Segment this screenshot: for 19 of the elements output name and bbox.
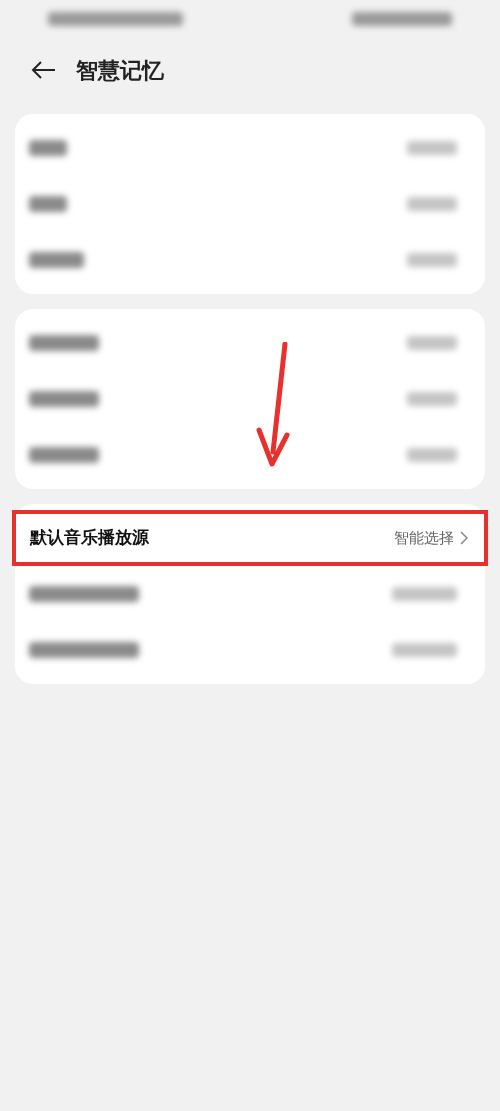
blurred-value xyxy=(407,448,457,462)
blurred-label xyxy=(29,252,84,268)
blurred-value xyxy=(407,197,457,211)
blurred-value xyxy=(392,643,457,657)
blurred-label xyxy=(29,335,99,351)
page-title: 智慧记忆 xyxy=(76,56,164,85)
blurred-label xyxy=(29,447,99,463)
chevron-icon xyxy=(460,531,468,545)
blurred-value xyxy=(407,392,457,406)
row-value: 智能选择 xyxy=(394,527,454,549)
blurred-label xyxy=(29,196,67,212)
blurred-value xyxy=(407,253,457,267)
settings-row[interactable]: 默认音乐播放源 智能选择 xyxy=(12,510,488,566)
blurred-label xyxy=(29,140,67,156)
row-label: 默认音乐播放源 xyxy=(30,526,149,550)
blurred-value xyxy=(392,587,457,601)
blurred-label xyxy=(29,391,99,407)
blurred-value xyxy=(407,141,457,155)
blurred-value xyxy=(407,336,457,350)
